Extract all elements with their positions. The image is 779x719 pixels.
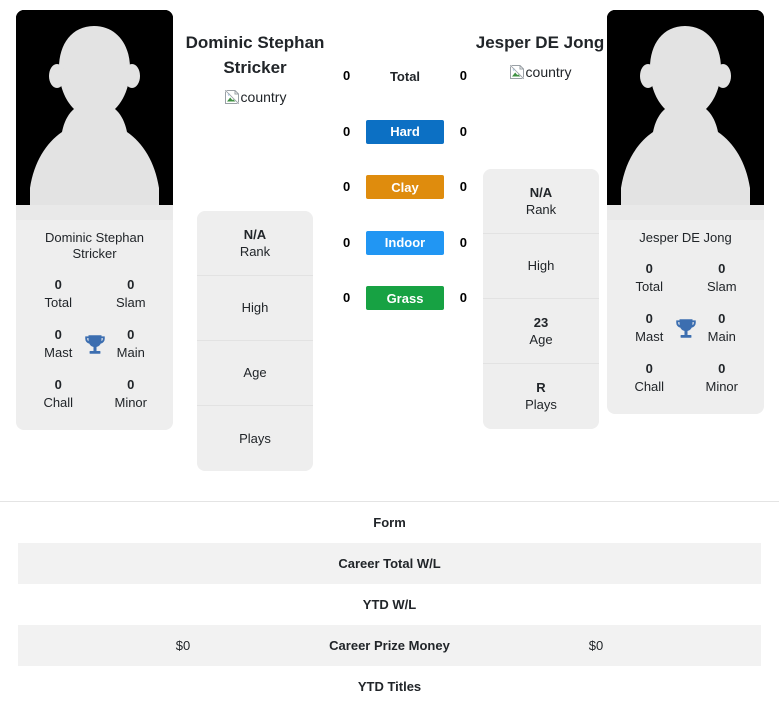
surface-badge-clay[interactable]: Clay <box>366 175 444 199</box>
comparison-header: Dominic Stephan Stricker 0 Total 0 Slam … <box>0 0 779 500</box>
surface-badge-indoor[interactable]: Indoor <box>366 230 444 255</box>
title-stat-value: 0 <box>718 361 726 376</box>
surface-badge-grass[interactable]: Grass <box>366 286 444 310</box>
surface-value-left: 0 <box>343 179 351 194</box>
stat-row-label: Career Total W/L <box>338 556 441 571</box>
player-avatar-left <box>16 10 173 220</box>
title-stat-value: 0 <box>718 261 726 276</box>
title-stat-value: 0 <box>645 261 653 276</box>
player-name-right[interactable]: Jesper DE Jong <box>455 30 625 55</box>
title-stat-label: Slam <box>706 279 737 294</box>
country-flag-alt-left: country <box>240 89 287 105</box>
surface-row-grass: 0 Grass 0 <box>330 280 480 336</box>
surface-value-right: 0 <box>459 179 467 194</box>
info-panel-left: N/A Rank High Age Plays <box>197 211 313 471</box>
player-card-name-left: Dominic Stephan Stricker <box>45 230 144 261</box>
surface-value-right: 0 <box>459 234 467 250</box>
stat-row-ytd-titles[interactable]: YTD Titles <box>18 666 761 707</box>
title-stat-label: Total <box>44 295 72 310</box>
info-label: Plays <box>525 397 557 412</box>
title-stat-value: 0 <box>54 277 62 292</box>
title-stat: 0 Chall <box>613 360 686 396</box>
title-stat: 0 Minor <box>95 376 168 412</box>
player-comparison-page: Dominic Stephan Stricker 0 Total 0 Slam … <box>0 0 779 719</box>
info-label: High <box>241 300 269 315</box>
title-stat: 0 Total <box>22 276 95 312</box>
surface-badge-total[interactable]: Total <box>366 64 444 88</box>
info-row-high: High <box>197 276 313 341</box>
stat-row-career-total-wl[interactable]: Career Total W/L <box>18 543 761 584</box>
titles-grid-left: 0 Total 0 Slam 0 Mast 0 Main 0 Chall 0 M… <box>16 270 173 430</box>
info-label: Rank <box>525 201 557 217</box>
surface-value-right: 0 <box>459 123 467 139</box>
stat-row-label: Form <box>373 515 406 530</box>
player-name-left[interactable]: Dominic Stephan Stricker <box>170 30 340 80</box>
info-label: Plays <box>239 430 271 446</box>
info-label: Age <box>243 365 267 380</box>
info-row-rank: N/A Rank <box>483 169 599 234</box>
title-stat-label: Chall <box>634 379 665 394</box>
title-stat-value: 0 <box>54 377 62 392</box>
title-stat-value: 0 <box>645 361 653 376</box>
broken-image-icon <box>224 89 239 105</box>
stat-row-form[interactable]: Form <box>18 502 761 543</box>
info-value: R <box>536 380 546 395</box>
player-card-right[interactable]: Jesper DE Jong 0 Total 0 Slam 0 Mast 0 M… <box>607 10 764 414</box>
title-stat-label: Total <box>635 279 663 294</box>
broken-image-icon <box>509 64 524 80</box>
info-label: High <box>527 258 555 273</box>
info-row-plays: R Plays <box>483 364 599 429</box>
player-header-right: Jesper DE Jong country <box>455 30 625 85</box>
player-avatar-right <box>607 10 764 220</box>
surface-row-clay: 0 Clay 0 <box>330 169 480 225</box>
info-row-age: 23 Age <box>483 299 599 364</box>
player-card-left[interactable]: Dominic Stephan Stricker 0 Total 0 Slam … <box>16 10 173 430</box>
info-row-age: Age <box>197 341 313 406</box>
surface-comparison: 0 Total 0 0 Hard 0 0 Clay 0 0 Indoor 0 0 <box>330 58 480 336</box>
title-stat: 0 Chall <box>22 376 95 412</box>
player-header-left: Dominic Stephan Stricker country <box>170 30 340 110</box>
info-row-high: High <box>483 234 599 299</box>
title-stat-label: Chall <box>43 395 74 410</box>
info-row-plays: Plays <box>197 406 313 471</box>
info-row-rank: N/A Rank <box>197 211 313 276</box>
title-stat: 0 Minor <box>686 360 759 396</box>
trophy-icon <box>82 332 108 358</box>
title-stat-label: Slam <box>115 295 146 310</box>
title-stat: 0 Slam <box>686 260 759 296</box>
surface-value-left: 0 <box>343 123 351 139</box>
info-label: Rank <box>239 243 271 259</box>
titles-grid-right: 0 Total 0 Slam 0 Mast 0 Main 0 Chall 0 M… <box>607 254 764 414</box>
stat-row-label: YTD W/L <box>362 597 417 612</box>
info-value: 23 <box>533 314 549 330</box>
info-panel-right: N/A Rank High 23 Age R Plays <box>483 169 599 429</box>
surface-row-indoor: 0 Indoor 0 <box>330 225 480 281</box>
stat-row-career-prize-money[interactable]: $0 Career Prize Money $0 <box>18 625 761 666</box>
player-card-name-right: Jesper DE Jong <box>639 230 732 245</box>
stat-row-right-value: $0 <box>588 638 604 653</box>
stat-rows: Form Career Total W/L YTD W/L $0 Career … <box>0 501 779 707</box>
info-value: N/A <box>529 184 553 200</box>
title-stat-label: Minor <box>114 395 147 410</box>
info-label: Age <box>529 331 553 347</box>
title-stat: 0 Slam <box>95 276 168 312</box>
title-stat-label: Minor <box>705 379 738 394</box>
surface-value-left: 0 <box>343 234 351 250</box>
info-value: N/A <box>243 226 267 242</box>
country-flag-right: country <box>509 63 572 81</box>
surface-value-left: 0 <box>343 68 351 83</box>
title-stat-value: 0 <box>127 277 135 292</box>
stat-row-ytd-wl[interactable]: YTD W/L <box>18 584 761 625</box>
country-flag-alt-right: country <box>525 64 572 80</box>
surface-row-hard: 0 Hard 0 <box>330 114 480 170</box>
title-stat-value: 0 <box>127 377 135 392</box>
surface-value-right: 0 <box>459 290 467 305</box>
trophy-icon <box>673 316 699 342</box>
stat-row-label: YTD Titles <box>357 679 422 694</box>
title-stat: 0 Total <box>613 260 686 296</box>
surface-value-left: 0 <box>343 290 351 305</box>
country-flag-left: country <box>224 88 287 106</box>
surface-badge-hard[interactable]: Hard <box>366 119 444 144</box>
